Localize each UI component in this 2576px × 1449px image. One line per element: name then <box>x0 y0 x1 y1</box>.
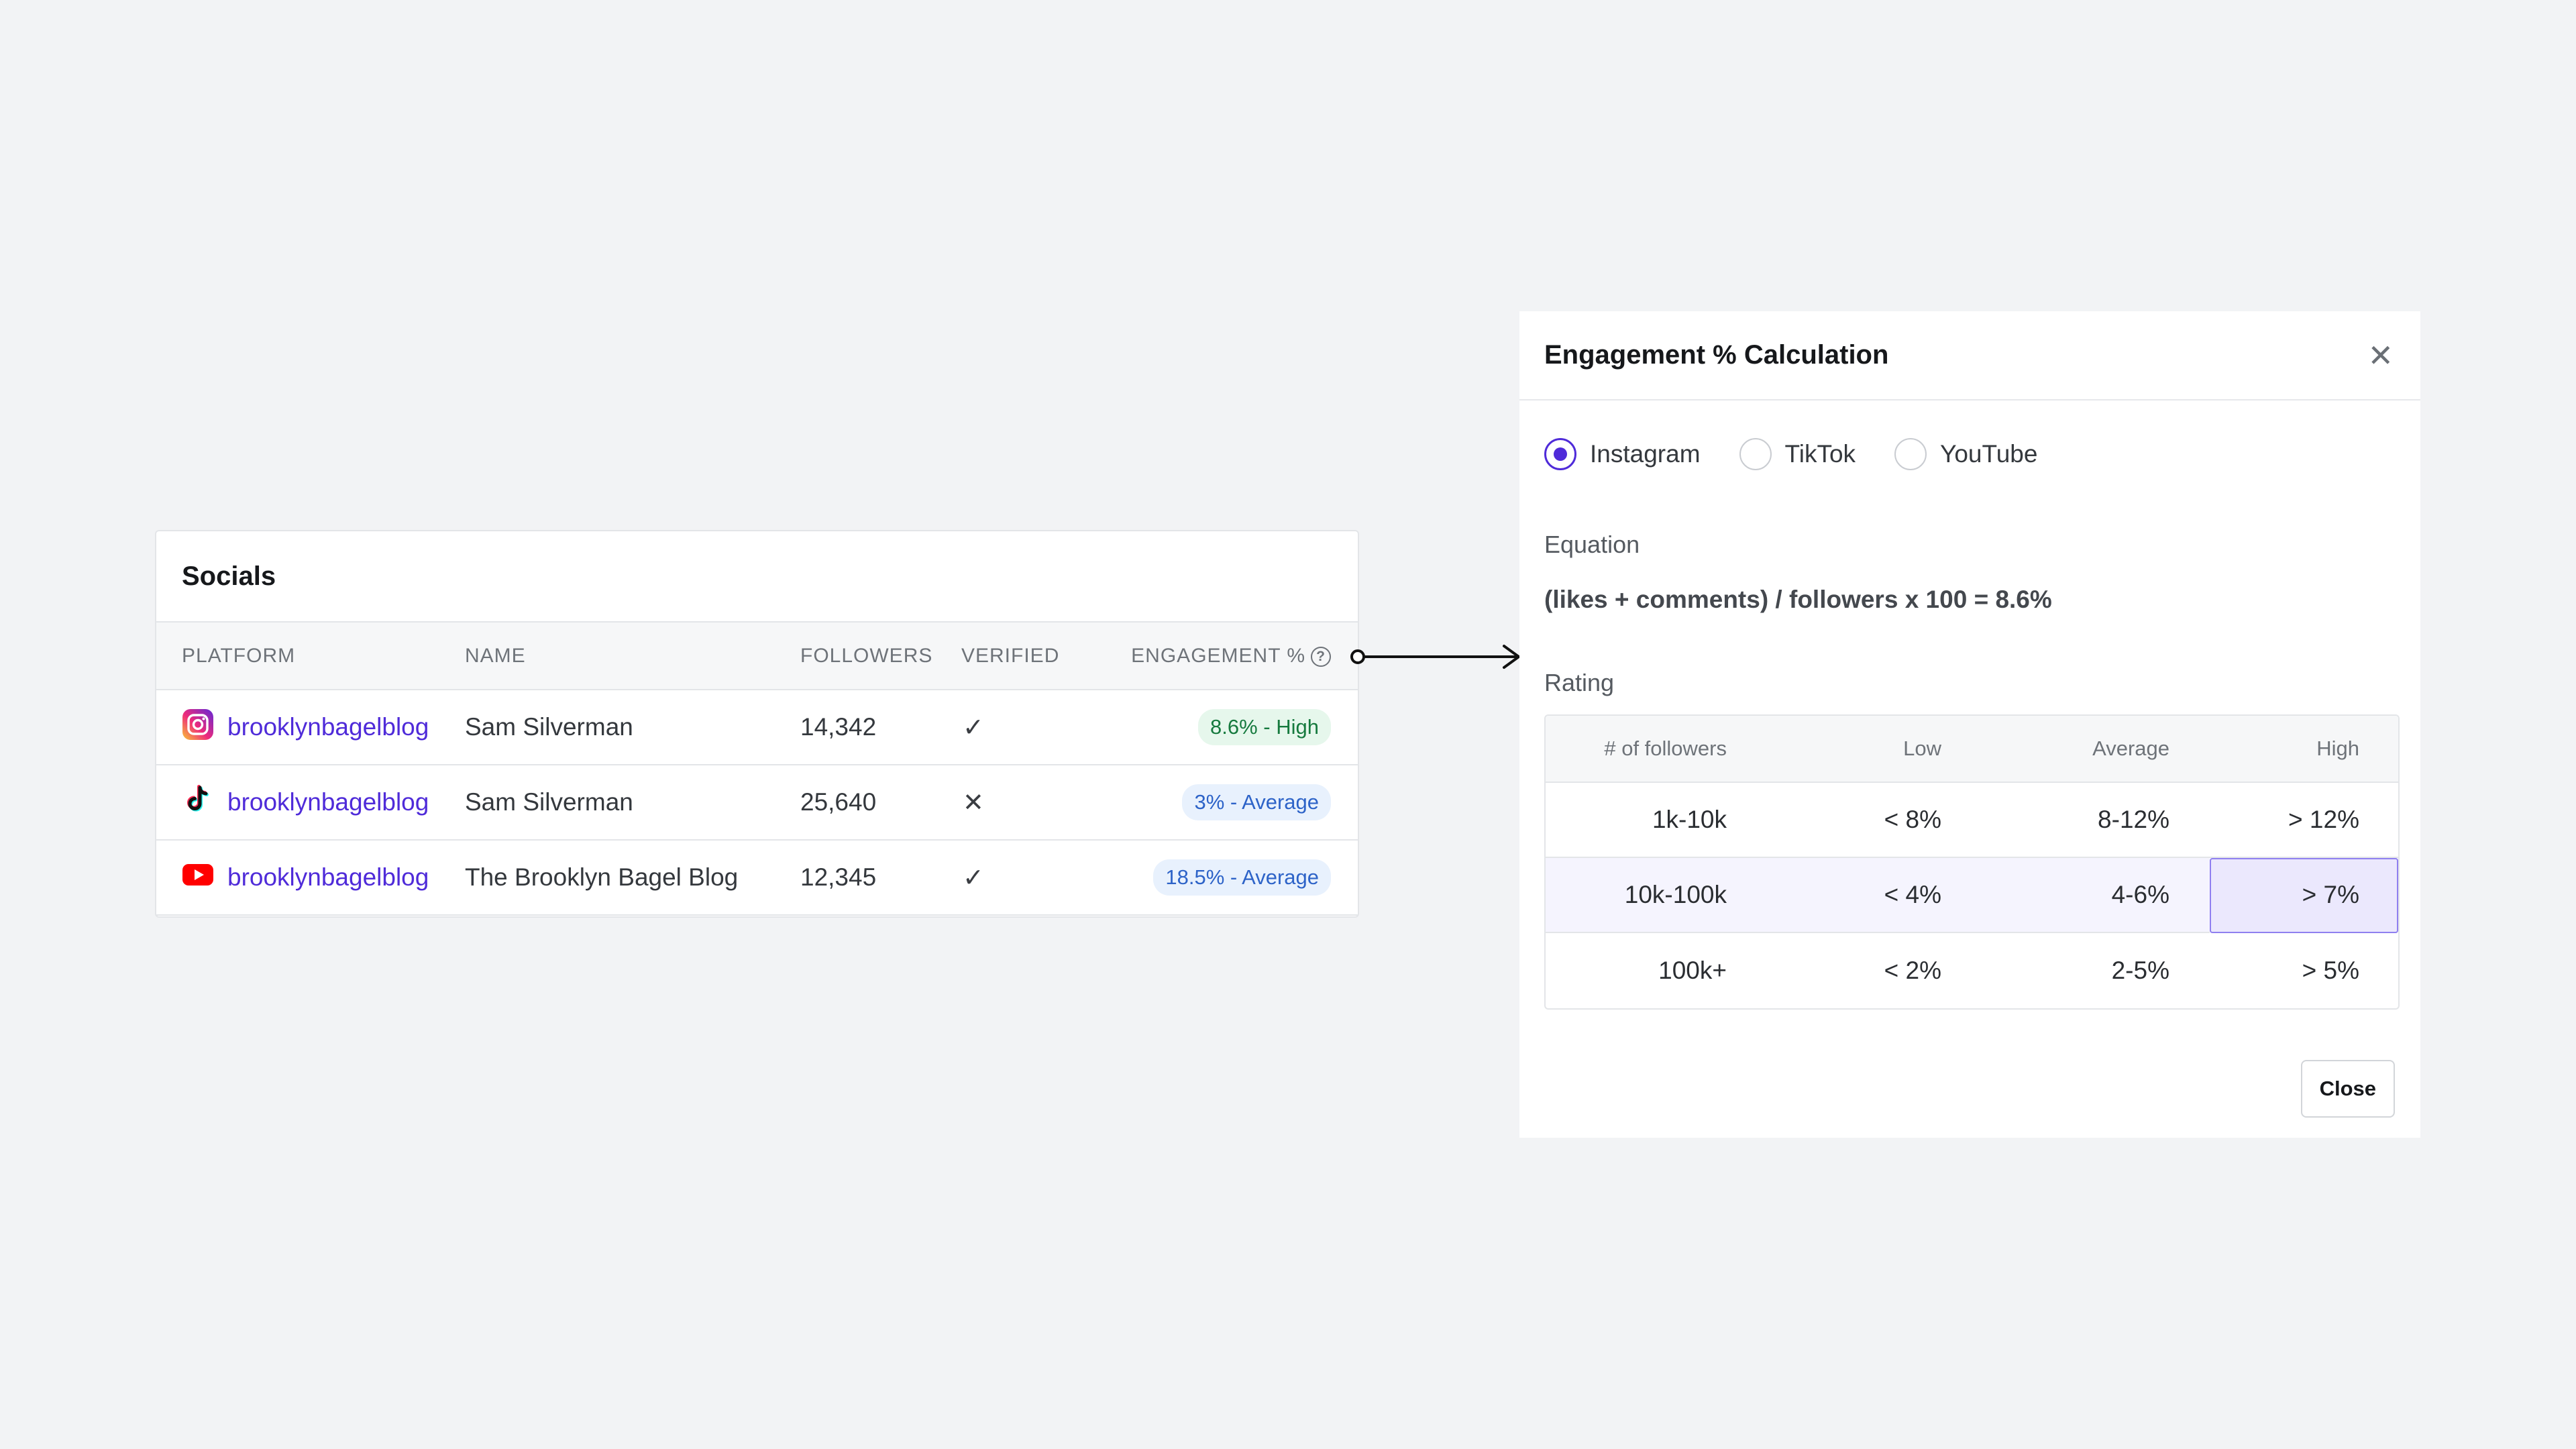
column-header-name[interactable]: NAME <box>465 623 800 690</box>
rating-row: 1k-10k < 8% 8-12% > 12% <box>1546 783 2398 858</box>
platform-handle-link[interactable]: brooklynbagelblog <box>227 713 429 741</box>
radio-label: Instagram <box>1590 440 1701 468</box>
rating-cell-highlighted: > 7% <box>2210 858 2398 933</box>
table-row[interactable]: brooklynbagelblog Sam Silverman 25,640 ✕… <box>156 765 1358 841</box>
rating-cell: < 4% <box>1767 858 1982 933</box>
modal-footer: Close <box>2300 1060 2395 1118</box>
connector-arrow-icon <box>1350 645 1520 669</box>
name-cell: Sam Silverman <box>465 765 800 841</box>
platform-handle-link[interactable]: brooklynbagelblog <box>227 788 429 816</box>
engagement-cell: 8.6% - High <box>1107 690 1358 765</box>
instagram-icon <box>182 708 214 747</box>
platform-handle-link[interactable]: brooklynbagelblog <box>227 863 429 892</box>
radio-button-checked[interactable] <box>1544 438 1576 470</box>
radio-button[interactable] <box>1894 438 1927 470</box>
platform-cell: brooklynbagelblog <box>156 690 465 765</box>
verified-cell: ✕ <box>961 765 1107 841</box>
youtube-icon <box>182 859 214 897</box>
close-icon[interactable]: ✕ <box>2367 340 2394 371</box>
close-button[interactable]: Close <box>2300 1060 2395 1118</box>
column-header-engagement[interactable]: ENGAGEMENT %? <box>1107 623 1358 690</box>
socials-table-header-row: PLATFORM NAME FOLLOWERS VERIFIED ENGAGEM… <box>156 623 1358 690</box>
tiktok-icon <box>182 784 214 822</box>
radio-option-instagram[interactable]: Instagram <box>1544 438 1701 470</box>
rating-cell: < 8% <box>1767 783 1982 858</box>
radio-button[interactable] <box>1739 438 1772 470</box>
canvas: Socials PLATFORM NAME FOLLOWERS VERIFIED… <box>0 0 2576 1449</box>
rating-cell: 1k-10k <box>1546 783 1767 858</box>
modal-header: Engagement % Calculation ✕ <box>1519 311 2420 400</box>
rating-cell: < 2% <box>1884 957 1941 984</box>
rating-row: 100k+ < 2% 2-5% > 5% <box>1546 933 2398 1008</box>
rating-cell: 8-12% <box>1982 783 2210 858</box>
engagement-cell: 3% - Average <box>1107 765 1358 841</box>
check-icon: ✓ <box>963 713 984 742</box>
column-header-engagement-label: ENGAGEMENT % <box>1131 644 1305 667</box>
rating-cell: 2-5% <box>2111 957 2169 984</box>
radio-label: TikTok <box>1784 440 1856 468</box>
platform-radio-group: Instagram TikTok YouTube <box>1544 438 2396 470</box>
radio-option-tiktok[interactable]: TikTok <box>1739 438 1856 470</box>
help-icon[interactable]: ? <box>1311 646 1331 667</box>
rating-table: # of followers Low Average High 1k-10k <… <box>1544 714 2400 1010</box>
column-header-verified[interactable]: VERIFIED <box>961 623 1107 690</box>
followers-cell: 14,342 <box>800 690 961 765</box>
rating-cell: > 12% <box>2210 783 2398 858</box>
column-header-platform[interactable]: PLATFORM <box>156 623 465 690</box>
name-cell: Sam Silverman <box>465 690 800 765</box>
check-icon: ✓ <box>963 863 984 892</box>
socials-header: Socials <box>156 531 1358 623</box>
column-header-followers[interactable]: FOLLOWERS <box>800 623 961 690</box>
engagement-badge: 8.6% - High <box>1198 709 1331 745</box>
verified-cell: ✓ <box>961 840 1107 916</box>
socials-table: PLATFORM NAME FOLLOWERS VERIFIED ENGAGEM… <box>156 623 1358 916</box>
radio-option-youtube[interactable]: YouTube <box>1894 438 2037 470</box>
engagement-cell: 18.5% - Average <box>1107 840 1358 916</box>
engagement-calculation-modal: Engagement % Calculation ✕ Instagram Tik… <box>1519 311 2420 1138</box>
rating-cell: 100k+ <box>1658 957 1727 984</box>
rating-cell: 4-6% <box>1982 858 2210 933</box>
rating-header-average: Average <box>1982 716 2210 783</box>
modal-body: Instagram TikTok YouTube Equation (likes… <box>1519 438 2420 1010</box>
followers-cell: 12,345 <box>800 840 961 916</box>
socials-title: Socials <box>182 561 276 591</box>
equation-text: (likes + comments) / followers x 100 = 8… <box>1544 586 2052 613</box>
socials-card: Socials PLATFORM NAME FOLLOWERS VERIFIED… <box>155 530 1359 918</box>
modal-title: Engagement % Calculation <box>1544 340 1889 370</box>
rating-cell: 10k-100k <box>1546 858 1767 933</box>
verified-cell: ✓ <box>961 690 1107 765</box>
x-icon: ✕ <box>963 788 984 817</box>
name-cell: The Brooklyn Bagel Blog <box>465 840 800 916</box>
rating-label: Rating <box>1544 669 1615 696</box>
rating-table-header-row: # of followers Low Average High <box>1546 716 2398 783</box>
rating-header-low: Low <box>1767 716 1982 783</box>
equation-label: Equation <box>1544 531 1640 558</box>
rating-row-active: 10k-100k < 4% 4-6% > 7% <box>1546 858 2398 933</box>
followers-cell: 25,640 <box>800 765 961 841</box>
engagement-badge: 3% - Average <box>1182 784 1331 820</box>
table-row[interactable]: brooklynbagelblog The Brooklyn Bagel Blo… <box>156 840 1358 916</box>
rating-cell: > 5% <box>2302 957 2359 984</box>
platform-cell: brooklynbagelblog <box>156 840 465 916</box>
engagement-badge: 18.5% - Average <box>1153 859 1331 896</box>
rating-header-followers: # of followers <box>1546 716 1767 783</box>
rating-header-high: High <box>2210 716 2398 783</box>
platform-cell: brooklynbagelblog <box>156 765 465 841</box>
radio-label: YouTube <box>1940 440 2038 468</box>
table-row[interactable]: brooklynbagelblog Sam Silverman 14,342 ✓… <box>156 690 1358 765</box>
